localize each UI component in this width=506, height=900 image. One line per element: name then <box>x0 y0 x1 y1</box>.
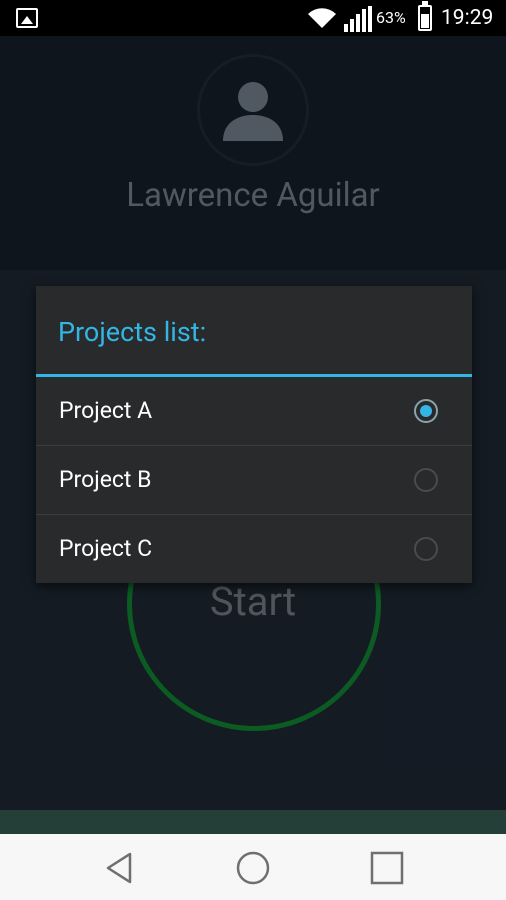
dialog-title: Projects list: <box>58 316 207 348</box>
radio-checked-icon[interactable] <box>414 399 438 423</box>
status-clock: 19:29 <box>441 6 494 30</box>
projects-dialog: Projects list: Project A Project B Proje… <box>36 286 472 583</box>
option-label: Project A <box>59 397 153 424</box>
navigation-bar <box>0 834 506 900</box>
wifi-icon <box>308 8 336 28</box>
gallery-icon <box>16 8 38 28</box>
battery-percent: 63% <box>376 8 406 27</box>
option-project-a[interactable]: Project A <box>36 377 472 445</box>
battery-icon <box>418 1 432 31</box>
radio-unchecked-icon[interactable] <box>414 537 438 561</box>
home-icon[interactable] <box>233 848 273 888</box>
option-label: Project B <box>59 466 152 493</box>
recents-icon[interactable] <box>367 848 407 888</box>
back-icon[interactable] <box>100 848 140 888</box>
signal-icon <box>344 6 372 32</box>
app-screen: 63% 19:29 Lawrence Aguilar Start Project… <box>0 0 506 900</box>
option-project-b[interactable]: Project B <box>36 446 472 514</box>
status-bar: 63% 19:29 <box>0 0 506 36</box>
option-label: Project C <box>59 535 153 562</box>
radio-unchecked-icon[interactable] <box>414 468 438 492</box>
option-project-c[interactable]: Project C <box>36 515 472 583</box>
